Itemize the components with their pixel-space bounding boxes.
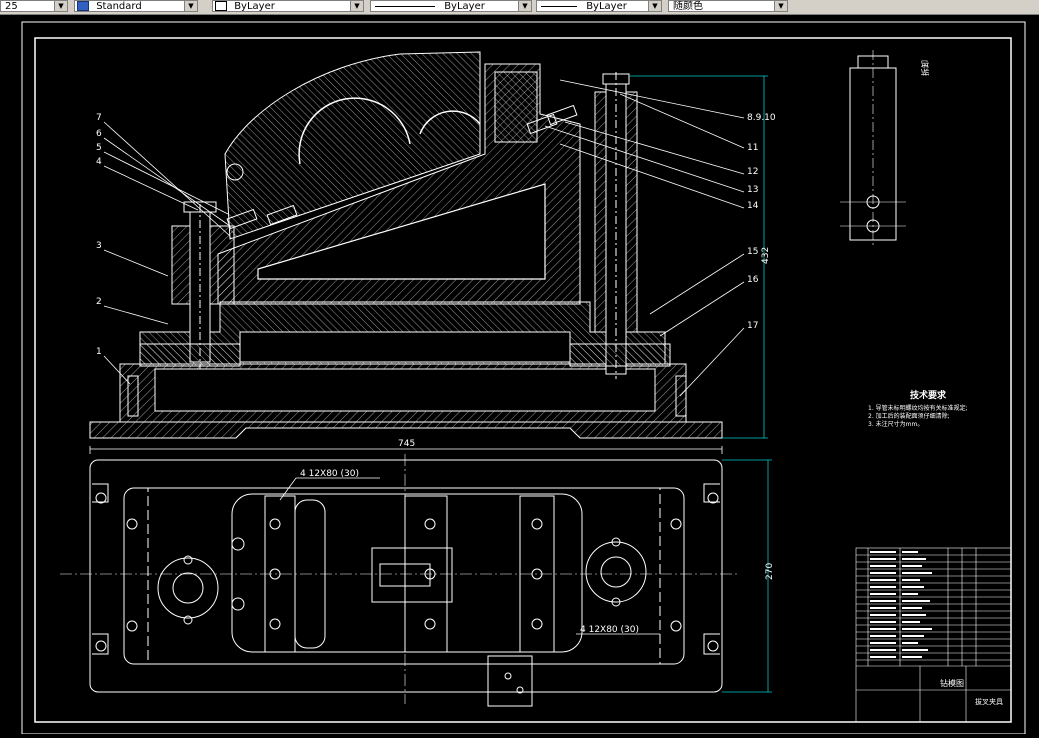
tech-note-1: 1. 导管未标明螺纹均按有关标准规定; [868, 404, 968, 412]
balloon-15: 15 [747, 247, 758, 257]
dim-270-label: 270 [765, 563, 775, 580]
parts-list-rows [870, 551, 932, 658]
balloon-1: 1 [96, 347, 102, 357]
textstyle-dropdown[interactable]: Standard ▼ [74, 0, 198, 12]
balloon-6: 6 [96, 129, 102, 139]
balloon-3: 3 [96, 241, 102, 251]
slot-callout-top: 4 12X80 (30) [300, 469, 359, 479]
plotstyle-value: 随颜色 [673, 1, 703, 12]
lineweight-value: ByLayer [586, 1, 627, 12]
linetype-dropdown[interactable]: ByLayer ▼ [370, 0, 532, 12]
front-view [89, 51, 723, 439]
lineweight-dropdown[interactable]: ByLayer ▼ [536, 0, 662, 12]
tech-title: 技术要求 [910, 389, 947, 401]
balloon-2: 2 [96, 297, 102, 307]
plotstyle-dropdown[interactable]: 随颜色 ▼ [668, 0, 788, 12]
layer-dropdown[interactable]: 25 ▼ [0, 0, 68, 12]
title-block-drawing-name: 钻模图 [940, 678, 964, 688]
dim-745-label: 745 [398, 439, 415, 449]
text-style-icon [77, 1, 89, 11]
side-view-label: 拆卸 [920, 60, 930, 76]
balloon-8-9-10: 8.9.10 [747, 113, 776, 123]
slot-callout-bottom: 4 12X80 (30) [580, 625, 639, 635]
properties-toolbar: 25 ▼ Standard ▼ ByLayer ▼ ByLayer ▼ ByLa… [0, 0, 1039, 15]
balloon-5: 5 [96, 143, 102, 153]
chevron-down-icon[interactable]: ▼ [184, 1, 197, 11]
balloon-14: 14 [747, 201, 759, 211]
chevron-down-icon[interactable]: ▼ [350, 1, 363, 11]
color-value: ByLayer [234, 1, 275, 12]
color-dropdown[interactable]: ByLayer ▼ [212, 0, 364, 12]
balloon-11: 11 [747, 143, 758, 153]
lineweight-preview-icon [541, 5, 577, 7]
balloon-17: 17 [747, 321, 758, 331]
balloon-16: 16 [747, 275, 759, 285]
chevron-down-icon[interactable]: ▼ [518, 1, 531, 11]
chevron-down-icon[interactable]: ▼ [54, 1, 67, 11]
linetype-preview-icon [375, 5, 435, 7]
chevron-down-icon[interactable]: ▼ [648, 1, 661, 11]
balloon-7: 7 [96, 113, 102, 123]
dim-432-label: 432 [761, 247, 771, 264]
linetype-value: ByLayer [444, 1, 485, 12]
tech-note-3: 3. 未注尺寸为mm。 [868, 420, 923, 428]
chevron-down-icon[interactable]: ▼ [774, 1, 787, 11]
top-view [60, 454, 740, 707]
drawing-canvas[interactable]: 7 6 5 4 3 2 1 8.9.10 11 12 13 14 15 16 1… [0, 14, 1039, 735]
side-detail-view [840, 50, 906, 246]
tech-note-2: 2. 加工后的装配面须仔细清除; [868, 412, 950, 420]
textstyle-value: Standard [96, 1, 142, 12]
balloon-13: 13 [747, 185, 758, 195]
title-block-company: 拔叉夹具 [975, 697, 1003, 706]
balloon-12: 12 [747, 167, 758, 177]
bolt-holes [95, 492, 719, 694]
layer-value: 25 [5, 1, 18, 12]
technical-requirements: 技术要求 1. 导管未标明螺纹均按有关标准规定; 2. 加工后的装配面须仔细清除… [868, 389, 968, 428]
balloon-4: 4 [96, 157, 102, 167]
color-swatch-icon [215, 1, 227, 11]
